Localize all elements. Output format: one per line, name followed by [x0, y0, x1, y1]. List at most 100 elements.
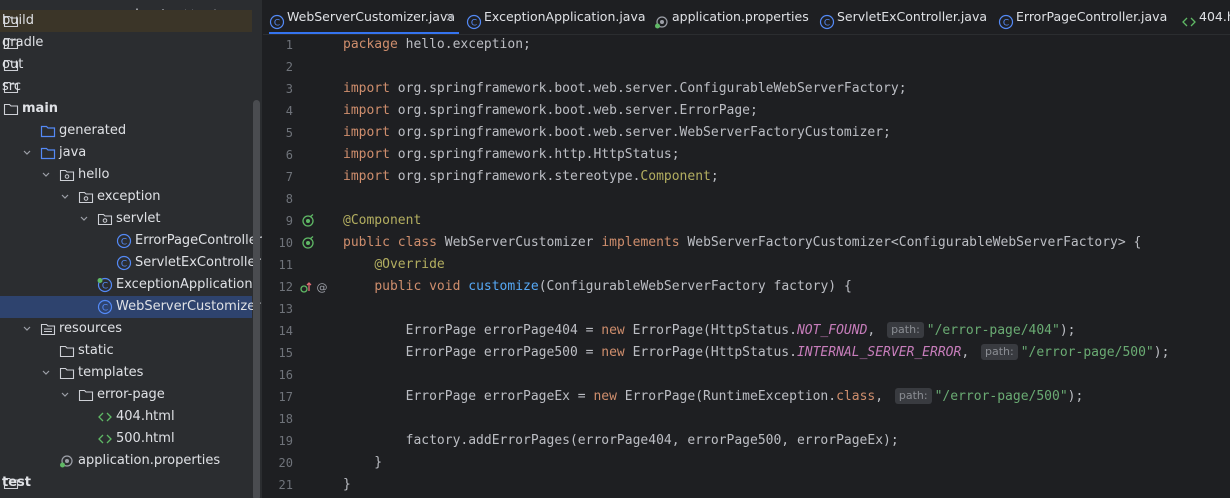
- parameter-hint: path:: [980, 344, 1018, 360]
- tree-item[interactable]: src: [0, 76, 252, 98]
- code-line[interactable]: import org.springframework.stereotype.Co…: [343, 166, 719, 188]
- spring-bean-icon[interactable]: [301, 236, 315, 250]
- tree-item-label: ServletExController: [135, 255, 261, 270]
- tree-item[interactable]: test: [0, 472, 252, 494]
- code-area[interactable]: package hello.exception; import org.sprin…: [343, 34, 1230, 498]
- folder-icon: [3, 101, 19, 117]
- folder-icon: [78, 387, 94, 403]
- code-line[interactable]: factory.addErrorPages(errorPage404, erro…: [343, 430, 899, 452]
- code-line[interactable]: public class WebServerCustomizer impleme…: [343, 232, 1141, 254]
- tree-item[interactable]: 404.html: [0, 406, 252, 428]
- svg-text:C: C: [1003, 18, 1009, 28]
- line-number: 20: [278, 456, 293, 470]
- source-folder-icon: [40, 145, 56, 161]
- project-scrollbar[interactable]: [253, 100, 260, 498]
- close-icon[interactable]: ×: [445, 0, 455, 34]
- line-number: 10: [278, 236, 293, 250]
- line-number: 4: [285, 104, 293, 118]
- tree-item-label: servlet: [116, 211, 161, 226]
- tree-item[interactable]: java: [0, 142, 252, 164]
- project-panel: build gradle out src main generated java hello e…: [0, 0, 262, 498]
- code-line[interactable]: public void customize(ConfigurableWebSer…: [343, 276, 851, 298]
- tab-label: application.properties: [672, 9, 809, 24]
- chevron-down-icon[interactable]: [40, 164, 52, 186]
- chevron-down-icon[interactable]: [40, 362, 52, 384]
- properties-file-icon: [654, 9, 670, 29]
- class-icon: C: [819, 9, 835, 30]
- line-number: 11: [278, 258, 293, 272]
- tree-item-label: src: [2, 79, 21, 94]
- code-line[interactable]: package hello.exception;: [343, 34, 531, 56]
- tree-item[interactable]: gradle: [0, 32, 252, 54]
- chevron-down-icon[interactable]: [59, 384, 71, 406]
- tree-item-label: gradle: [2, 35, 44, 50]
- code-line[interactable]: ErrorPage errorPage404 = new ErrorPage(H…: [343, 320, 1076, 342]
- line-number: 21: [278, 478, 293, 492]
- code-editor: C WebServerCustomizer.java × C ExceptionAppl…: [263, 0, 1230, 498]
- code-line[interactable]: import org.springframework.boot.web.serv…: [343, 100, 758, 122]
- tree-item[interactable]: C ErrorPageController: [0, 230, 262, 252]
- editor-gutter: 1 2 3 4 5 6 7 8 9 10 11 12 13 14 15 16 17 18 19 20 21 @: [263, 34, 333, 498]
- chevron-down-icon[interactable]: [78, 208, 90, 230]
- svg-text:C: C: [102, 303, 108, 313]
- line-number: 9: [285, 214, 293, 228]
- at-sign-icon[interactable]: @: [315, 280, 329, 294]
- code-line[interactable]: ErrorPage errorPage500 = new ErrorPage(H…: [343, 342, 1169, 364]
- code-line[interactable]: @Component: [343, 210, 421, 232]
- package-icon: [97, 211, 113, 227]
- tree-item[interactable]: main: [0, 98, 252, 120]
- tab-label: ExceptionApplication.java: [484, 9, 646, 24]
- line-number: 17: [278, 390, 293, 404]
- tree-item[interactable]: generated: [0, 120, 252, 142]
- tree-item[interactable]: hello: [0, 164, 252, 186]
- tree-item[interactable]: build: [0, 10, 252, 32]
- svg-text:@: @: [317, 281, 328, 294]
- code-line[interactable]: ErrorPage errorPageEx = new ErrorPage(Ru…: [343, 386, 1083, 408]
- code-line[interactable]: import org.springframework.http.HttpStat…: [343, 144, 680, 166]
- tree-item-label: ExceptionApplication: [116, 277, 253, 292]
- parameter-hint: path:: [894, 388, 932, 404]
- tree-item[interactable]: static: [0, 340, 252, 362]
- tree-item-label: static: [78, 343, 114, 358]
- chevron-down-icon[interactable]: [21, 142, 33, 164]
- tree-item-label: templates: [78, 365, 144, 380]
- override-method-icon[interactable]: [299, 280, 313, 294]
- line-number: 12: [278, 280, 293, 294]
- code-line[interactable]: }: [343, 474, 351, 496]
- chevron-down-icon[interactable]: [21, 318, 33, 340]
- editor-tab[interactable]: application.properties: [654, 0, 814, 34]
- svg-text:C: C: [824, 18, 830, 28]
- tree-item[interactable]: application.properties: [0, 450, 252, 472]
- tree-item[interactable]: error-page: [0, 384, 252, 406]
- code-line[interactable]: import org.springframework.boot.web.serv…: [343, 78, 907, 100]
- tree-item-label: resources: [59, 321, 123, 336]
- properties-file-icon: [59, 453, 75, 469]
- editor-tab[interactable]: 404.h: [1181, 0, 1230, 34]
- tree-item-label: error-page: [97, 387, 165, 402]
- tree-item[interactable]: C WebServerCustomizer: [0, 296, 261, 318]
- tree-item[interactable]: servlet: [0, 208, 252, 230]
- spring-bean-icon[interactable]: [301, 214, 315, 228]
- chevron-down-icon[interactable]: [59, 186, 71, 208]
- tree-item[interactable]: exception: [0, 186, 252, 208]
- editor-tab[interactable]: C ErrorPageController.java: [998, 0, 1173, 34]
- editor-tab[interactable]: C WebServerCustomizer.java ×: [269, 0, 459, 34]
- code-line[interactable]: import org.springframework.boot.web.serv…: [343, 122, 891, 144]
- tree-item[interactable]: templates: [0, 362, 252, 384]
- line-number: 6: [285, 148, 293, 162]
- code-line[interactable]: }: [343, 452, 382, 474]
- editor-tab[interactable]: C ServletExController.java: [819, 0, 989, 34]
- tree-item[interactable]: resources: [0, 318, 252, 340]
- tree-item[interactable]: out: [0, 54, 252, 76]
- tree-item[interactable]: C ServletExController: [0, 252, 261, 274]
- class-icon: C: [116, 233, 132, 249]
- editor-tab[interactable]: C ExceptionApplication.java: [466, 0, 646, 34]
- tree-item-label: main: [22, 101, 59, 116]
- tab-label: WebServerCustomizer.java: [287, 9, 456, 24]
- tree-item[interactable]: 500.html: [0, 428, 252, 450]
- tree-item-label: ErrorPageController: [135, 233, 262, 248]
- tree-item[interactable]: C ExceptionApplication: [0, 274, 253, 296]
- tab-label: ServletExController.java: [837, 9, 988, 24]
- line-number: 15: [278, 346, 293, 360]
- code-line[interactable]: @Override: [343, 254, 444, 276]
